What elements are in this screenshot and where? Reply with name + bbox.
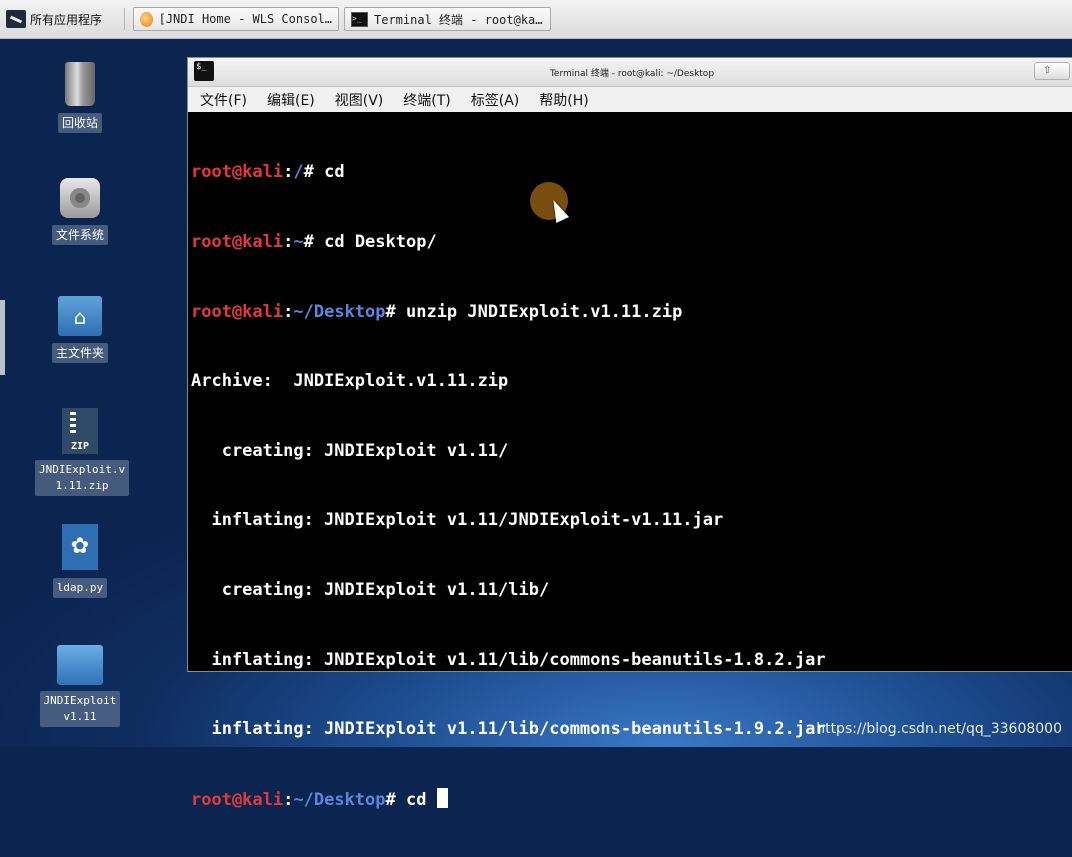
prompt-path: / <box>293 162 304 183</box>
window-controls[interactable]: ⇧ <box>1034 62 1070 80</box>
window-title: Terminal 终端 - root@kali: ~/Desktop <box>549 69 715 79</box>
command-text: cd <box>405 789 437 810</box>
applications-menu-label: 所有应用程序 <box>30 12 103 27</box>
taskbar-button-terminal[interactable]: >_ Terminal 终端 - root@ka… <box>344 7 551 31</box>
prompt-separator: : <box>283 162 294 183</box>
kali-dragon-icon <box>6 10 26 28</box>
top-taskbar: 所有应用程序 [JNDI Home - WLS Consol… >_ Termi… <box>0 0 1072 39</box>
desktop-icon-ldap-py[interactable]: ✿ ldap.py <box>35 524 125 598</box>
watermark-text: https://blog.csdn.net/qq_33608000 <box>816 721 1062 737</box>
command-text: cd Desktop/ <box>324 232 437 252</box>
desktop-icon-label: 文件系统 <box>51 225 108 245</box>
folder-icon <box>57 645 103 685</box>
command-text: cd <box>324 162 345 183</box>
prompt-user: root@kali <box>191 789 284 810</box>
menu-file[interactable]: 文件(F) <box>200 90 247 110</box>
zip-badge: ZIP <box>70 441 90 452</box>
prompt-path: ~/Desktop <box>293 789 386 810</box>
terminal-titlebar[interactable]: $_ Terminal 终端 - root@kali: ~/Desktop ⇧ <box>188 58 1072 87</box>
terminal-line: root@kali:~/Desktop# unzip JNDIExploit.v… <box>191 301 1072 324</box>
disk-icon <box>60 178 100 218</box>
prompt-user: root@kali <box>191 232 284 252</box>
terminal-icon: >_ <box>351 11 368 27</box>
desktop-icon-label: JNDIExploit v1.11 <box>39 691 121 727</box>
taskbar-button-label: [JNDI Home - WLS Consol… <box>158 12 332 26</box>
text-cursor <box>436 787 448 808</box>
taskbar-button-firefox[interactable]: [JNDI Home - WLS Consol… <box>133 7 339 31</box>
terminal-output-line: inflating: JNDIExploit v1.11/lib/commons… <box>191 649 826 670</box>
terminal-output-line: creating: JNDIExploit v1.11/lib/ <box>191 579 550 600</box>
prompt-separator: : <box>283 301 294 322</box>
prompt-symbol: # <box>303 162 325 183</box>
terminal-output-line: inflating: JNDIExploit v1.11/JNDIExploit… <box>191 510 724 531</box>
prompt-separator: : <box>283 232 294 252</box>
zip-file-icon: ZIP <box>62 408 98 454</box>
desktop-icon-label: 回收站 <box>57 113 102 133</box>
home-folder-icon: ⌂ <box>58 296 102 336</box>
terminal-line: root@kali:~# cd Desktop/ <box>191 231 1072 254</box>
desktop-icon-zip[interactable]: ZIP JNDIExploit.v 1.11.zip <box>35 408 130 496</box>
prompt-separator: : <box>283 789 294 810</box>
prompt-symbol: # <box>385 301 406 322</box>
terminal-output-line: Archive: JNDIExploit.v1.11.zip <box>191 371 509 392</box>
menu-terminal[interactable]: 终端(T) <box>403 90 450 110</box>
desktop-icon-jndiexploit-folder[interactable]: JNDIExploit v1.11 <box>35 645 125 727</box>
trash-icon <box>65 62 95 106</box>
prompt-user: root@kali <box>191 301 284 322</box>
desktop-icon-home[interactable]: ⌂ 主文件夹 <box>35 296 125 363</box>
command-text: unzip JNDIExploit.v1.11.zip <box>405 301 683 322</box>
desktop-icon-filesystem[interactable]: 文件系统 <box>35 178 125 245</box>
taskbar-separator <box>124 8 125 30</box>
desktop-icon-trash[interactable]: 回收站 <box>35 62 125 133</box>
panel-edge <box>0 300 5 375</box>
desktop-icon-label: 主文件夹 <box>51 343 108 363</box>
terminal-menubar: 文件(F) 编辑(E) 视图(V) 终端(T) 标签(A) 帮助(H) <box>188 87 1072 112</box>
prompt-symbol: # <box>303 232 325 252</box>
desktop-icon-label: JNDIExploit.v 1.11.zip <box>35 460 130 496</box>
prompt-path: ~/Desktop <box>293 301 386 322</box>
terminal-line: root@kali:~/Desktop# cd <box>191 787 1072 811</box>
taskbar-button-label: Terminal 终端 - root@ka… <box>374 12 543 27</box>
terminal-window[interactable]: $_ Terminal 终端 - root@kali: ~/Desktop ⇧ … <box>187 57 1072 810</box>
menu-edit[interactable]: 编辑(E) <box>267 90 315 110</box>
firefox-icon <box>140 11 153 27</box>
terminal-output[interactable]: root@kali:/# cd root@kali:~# cd Desktop/… <box>188 112 1072 857</box>
terminal-output-line: creating: JNDIExploit v1.11/ <box>191 440 509 461</box>
applications-menu-button[interactable]: 所有应用程序 <box>6 9 102 29</box>
terminal-line: root@kali:/# cd <box>191 161 1072 184</box>
menu-tabs[interactable]: 标签(A) <box>471 90 520 110</box>
zipper-icon <box>70 412 76 434</box>
prompt-symbol: # <box>385 789 406 810</box>
prompt-path: ~ <box>293 232 304 252</box>
prompt-user: root@kali <box>191 162 284 183</box>
python-file-icon: ✿ <box>62 524 98 570</box>
menu-view[interactable]: 视图(V) <box>335 90 384 110</box>
menu-help[interactable]: 帮助(H) <box>539 90 588 110</box>
desktop-icon-label: ldap.py <box>52 578 108 598</box>
